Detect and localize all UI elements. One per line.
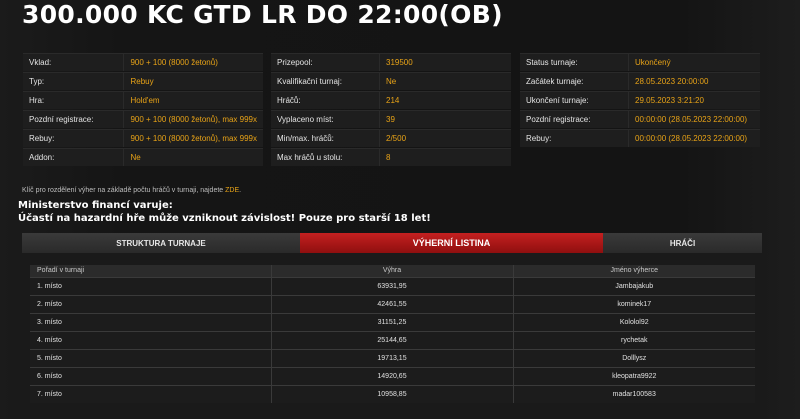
info-value: 39: [379, 110, 511, 128]
info-row: Status turnaje: Ukončený: [520, 53, 760, 71]
prize-cell: 42461,55: [270, 294, 513, 313]
winner-cell: madar100583: [512, 384, 755, 403]
gambling-warning-text: Účastí na hazardní hře může vzniknout zá…: [18, 213, 431, 224]
payout-key-link[interactable]: ZDE: [225, 187, 239, 194]
prize-cell: 63931,95: [270, 276, 513, 295]
info-value: Rebuy: [123, 72, 263, 90]
info-row: Pozdní registrace: 00:00:00 (28.05.2023 2…: [520, 110, 760, 128]
prize-cell: 25144,65: [270, 330, 513, 349]
info-row: Typ: Rebuy: [23, 72, 263, 90]
info-value: 00:00:00 (28.05.2023 22:00:00): [628, 129, 760, 147]
info-row: Pozdní registrace: 900 + 100 (8000 žetonů…: [23, 110, 263, 128]
info-row: Rebuy: 900 + 100 (8000 žetonů), max 999x: [23, 129, 263, 147]
info-label: Typ:: [23, 72, 124, 90]
info-label: Hra:: [23, 91, 124, 109]
header-rank: Pořadí v turnaji: [30, 265, 271, 277]
tournament-info-players: Prizepool: 319500 Kvalifikační turnaj: Ne Hr…: [271, 52, 511, 167]
winner-cell: kleopatra9922: [512, 366, 755, 385]
header-prize: Výhra: [270, 265, 513, 277]
info-row: Ukončení turnaje: 29.05.2023 3:21:20: [520, 91, 760, 109]
info-value: 319500: [379, 53, 511, 71]
rank-cell: 2. místo: [30, 294, 271, 313]
rank-cell: 1. místo: [30, 276, 271, 295]
info-value: 900 + 100 (8000 žetonů): [123, 53, 263, 71]
note-end: .: [239, 187, 242, 194]
payout-key-note: Klíč pro rozdělení výher na základě počt…: [22, 187, 241, 194]
info-row: Hra: Hold'em: [23, 91, 263, 109]
tournament-info-status: Status turnaje: Ukončený Začátek turnaje: 2…: [520, 52, 760, 148]
note-text: Klíč pro rozdělení výher na základě počt…: [22, 187, 226, 194]
info-value: 00:00:00 (28.05.2023 22:00:00): [628, 110, 760, 128]
info-label: Kvalifikační turnaj:: [271, 72, 379, 90]
info-label: Pozdní registrace:: [520, 110, 628, 128]
info-value: 900 + 100 (8000 žetonů), max 999x: [123, 129, 263, 147]
info-value: Ne: [123, 148, 263, 166]
info-label: Min/max. hráčů:: [271, 129, 379, 147]
tournament-info-basic: Vklad: 900 + 100 (8000 žetonů) Typ: Rebuy Hr…: [23, 52, 263, 167]
info-row: Začátek turnaje: 28.05.2023 20:00:00: [520, 72, 760, 90]
info-label: Rebuy:: [23, 129, 124, 147]
table-row: 6. místo 14920,65 kleopatra9922: [30, 366, 755, 385]
info-label: Pozdní registrace:: [23, 110, 124, 128]
info-row: Min/max. hráčů: 2/500: [271, 129, 511, 147]
winner-cell: Jambajakub: [512, 276, 755, 295]
table-row: 7. místo 10958,85 madar100583: [30, 384, 755, 403]
winner-cell: Kololol92: [512, 312, 755, 331]
rank-cell: 5. místo: [30, 348, 271, 367]
prize-cell: 19713,15: [270, 348, 513, 367]
info-value: 8: [379, 148, 511, 166]
info-value: 214: [379, 91, 511, 109]
table-row: 2. místo 42461,55 kominek17: [30, 294, 755, 313]
info-label: Ukončení turnaje:: [520, 91, 628, 109]
info-row: Kvalifikační turnaj: Ne: [271, 72, 511, 90]
page-title: 300.000 KC GTD LR DO 22:00(OB): [22, 0, 503, 29]
tab-players[interactable]: HRÁČI: [603, 233, 762, 253]
info-row: Addon: Ne: [23, 148, 263, 166]
rank-cell: 3. místo: [30, 312, 271, 331]
prize-cell: 31151,25: [270, 312, 513, 331]
rank-cell: 7. místo: [30, 384, 271, 403]
table-row: 1. místo 63931,95 Jambajakub: [30, 276, 755, 295]
info-value: Ukončený: [628, 53, 760, 71]
prize-cell: 14920,65: [270, 366, 513, 385]
winner-cell: kominek17: [512, 294, 755, 313]
info-label: Prizepool:: [271, 53, 379, 71]
info-value: 900 + 100 (8000 žetonů), max 999x: [123, 110, 263, 128]
gambling-warning-heading: Ministerstvo financí varuje:: [18, 200, 173, 211]
payout-table: Pořadí v turnaji Výhra Jméno výherce 1. …: [30, 265, 755, 403]
info-label: Rebuy:: [520, 129, 628, 147]
info-label: Vklad:: [23, 53, 124, 71]
winner-cell: Dolllysz: [512, 348, 755, 367]
info-value: 2/500: [379, 129, 511, 147]
table-row: 4. místo 25144,65 rychetak: [30, 330, 755, 349]
info-value: Ne: [379, 72, 511, 90]
header-winner: Jméno výherce: [512, 265, 755, 277]
info-label: Max hráčů u stolu:: [271, 148, 379, 166]
info-row: Hráčů: 214: [271, 91, 511, 109]
table-row: 3. místo 31151,25 Kololol92: [30, 312, 755, 331]
info-label: Addon:: [23, 148, 124, 166]
winner-cell: rychetak: [512, 330, 755, 349]
info-label: Hráčů:: [271, 91, 379, 109]
info-label: Vyplaceno míst:: [271, 110, 379, 128]
info-value: Hold'em: [123, 91, 263, 109]
tab-tournament-structure[interactable]: STRUKTURA TURNAJE: [22, 233, 300, 253]
prize-cell: 10958,85: [270, 384, 513, 403]
info-row: Prizepool: 319500: [271, 53, 511, 71]
info-row: Max hráčů u stolu: 8: [271, 148, 511, 166]
info-value: 29.05.2023 3:21:20: [628, 91, 760, 109]
tab-payout-list[interactable]: VÝHERNÍ LISTINA: [300, 233, 603, 258]
payout-table-header: Pořadí v turnaji Výhra Jméno výherce: [30, 265, 755, 277]
table-row: 5. místo 19713,15 Dolllysz: [30, 348, 755, 367]
info-value: 28.05.2023 20:00:00: [628, 72, 760, 90]
info-row: Vyplaceno míst: 39: [271, 110, 511, 128]
tab-bar: STRUKTURA TURNAJE VÝHERNÍ LISTINA HRÁČI: [22, 233, 762, 258]
info-label: Status turnaje:: [520, 53, 628, 71]
rank-cell: 6. místo: [30, 366, 271, 385]
rank-cell: 4. místo: [30, 330, 271, 349]
info-row: Vklad: 900 + 100 (8000 žetonů): [23, 53, 263, 71]
info-row: Rebuy: 00:00:00 (28.05.2023 22:00:00): [520, 129, 760, 147]
info-label: Začátek turnaje:: [520, 72, 628, 90]
